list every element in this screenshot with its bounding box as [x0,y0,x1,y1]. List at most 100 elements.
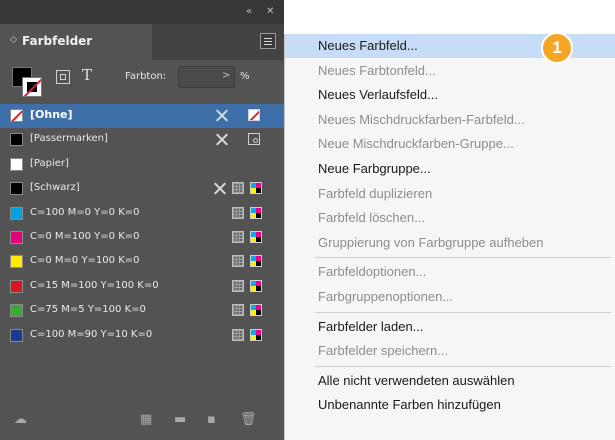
swatch-chip [10,133,23,147]
collapse-icon[interactable]: « [246,6,252,17]
menu-item-label: Neues Farbfeld... [318,38,418,53]
menu-item[interactable]: Farbfeld duplizieren [285,182,615,206]
swatch-name: [Schwarz] [30,182,80,194]
menu-item[interactable]: Farbfeld löschen... [285,206,615,230]
tint-label: Farbton: [125,71,167,82]
menu-item[interactable]: Unbenannte Farben hinzufügen [285,393,615,417]
cmyk-icon [250,182,262,195]
process-icon [232,182,244,195]
menu-item[interactable]: Neues Mischdruckfarben-Farbfeld... [285,108,615,132]
swatch-chip [10,328,23,342]
swatch-row[interactable]: C=15 M=100 Y=100 K=0 [0,275,284,299]
panel-tab-bar: ◇ Farbfelder [0,24,284,60]
chevron-updown-icon: ◇ [10,35,17,45]
delete-icon[interactable]: 🗑 [240,412,257,427]
swatch-row[interactable]: C=0 M=100 Y=0 K=0 [0,226,284,250]
menu-item-label: Neues Farbtonfeld... [318,62,436,78]
swatch-chip [10,206,23,220]
swatch-chip [10,255,23,269]
panel-flyout-menu: Neues Farbfeld... Neues Farbtonfeld... Neu… [284,34,615,440]
x-icon [215,133,229,146]
panel-menu-button[interactable] [260,33,276,49]
process-icon [232,231,244,243]
tint-arrow-icon[interactable]: > [222,70,230,81]
menu-separator [315,365,611,367]
swatch-name: C=0 M=0 Y=100 K=0 [30,255,140,267]
x-icon [213,182,227,195]
menu-item[interactable]: Farbgruppenoptionen... [285,285,615,309]
swatch-name: C=75 M=5 Y=100 K=0 [30,304,146,316]
menu-item[interactable]: Alle nicht verwendeten auswählen [285,369,615,393]
swatch-row[interactable]: [Ohne] [0,104,284,128]
menu-item-label: Farbfelder speichern... [318,343,449,359]
menu-item[interactable]: Neue Mischdruckfarben-Gruppe... [285,132,615,156]
process-icon [232,255,244,268]
cmyk-icon [250,231,262,243]
swatch-chip [10,304,23,318]
menu-item-label: Farbfeld löschen... [318,210,425,226]
swatch-row[interactable]: [Papier] [0,153,284,177]
show-swatch-kinds-icon[interactable]: ▦ [140,412,152,427]
cmyk-icon [250,255,262,268]
menu-item[interactable]: Farbfelder laden... [285,315,615,339]
swatch-name: C=0 M=100 Y=0 K=0 [30,231,140,242]
menu-item-label: Farbgruppenoptionen... [318,289,454,304]
process-icon [232,304,244,317]
menu-item[interactable]: Gruppierung von Farbgruppe aufheben [285,231,615,255]
menu-item-label: Gruppierung von Farbgruppe aufheben [318,234,544,250]
swatch-name: C=15 M=100 Y=100 K=0 [30,279,159,291]
menu-item-label: Neue Farbgruppe... [318,161,431,176]
menu-separator [315,257,611,259]
tab-swatches[interactable]: ◇ Farbfelder [0,24,152,60]
swatch-name: [Papier] [30,157,69,169]
swatches-panel: « ✕ ◇ Farbfelder T Farbton: > % [Ohne] [P… [0,0,284,440]
swatch-row[interactable]: C=75 M=5 Y=100 K=0 [0,299,284,323]
swatch-row[interactable]: [Passermarken] [0,128,284,152]
swatch-row[interactable]: [Schwarz] [0,177,284,201]
x-icon [215,109,229,122]
formatting-container-icon[interactable] [56,70,70,84]
menu-item-label: Neues Verlaufsfeld... [318,87,438,103]
menu-item[interactable]: Neues Verlaufsfeld... [285,83,615,107]
menu-item-label: Unbenannte Farben hinzufügen [318,397,501,413]
menu-item[interactable]: Neues Farbtonfeld... [285,59,615,83]
swatch-chip [10,231,23,244]
process-icon [232,206,244,219]
swatch-name: C=100 M=90 Y=10 K=0 [30,328,153,340]
callout-badge: 1 [541,32,573,64]
new-color-group-icon[interactable]: ▬ [174,412,186,427]
swatch-chip [10,182,23,196]
cmyk-icon [250,328,262,341]
menu-item[interactable]: Farbfeldoptionen... [285,260,615,284]
menu-item-label: Alle nicht verwendeten auswählen [318,372,515,388]
swatch-row[interactable]: C=0 M=0 Y=100 K=0 [0,250,284,274]
menu-item-label: Neue Mischdruckfarben-Gruppe... [318,136,514,152]
stroke-swatch-icon[interactable] [22,77,42,97]
swatch-name: [Ohne] [30,108,73,121]
swatch-chip [10,279,23,293]
tint-unit: % [240,71,250,82]
cmyk-icon [250,304,262,317]
menu-separator [315,311,611,313]
menu-item-label: Farbfeldoptionen... [318,264,427,280]
menu-item[interactable]: Farbfelder speichern... [285,339,615,363]
swatch-chip [10,157,23,171]
swatch-row[interactable]: C=100 M=0 Y=0 K=0 [0,202,284,226]
cloud-library-icon[interactable]: ☁ [14,412,27,427]
menu-item-label: Neues Mischdruckfarben-Farbfeld... [318,111,525,127]
cmyk-icon [250,279,262,292]
swatch-chip [10,109,23,122]
registration-icon [248,133,260,146]
swatch-name: C=100 M=0 Y=0 K=0 [30,206,140,218]
tab-swatches-label: Farbfelder [22,34,93,48]
panel-title-bar: « ✕ [0,0,284,24]
close-icon[interactable]: ✕ [266,6,274,17]
cmyk-icon [250,206,262,219]
swatch-row[interactable]: C=100 M=90 Y=10 K=0 [0,324,284,348]
menu-item-label: Farbfeld duplizieren [318,185,433,201]
menu-item[interactable]: Neue Farbgruppe... [285,157,615,181]
formatting-text-icon[interactable]: T [82,66,92,84]
process-icon [232,279,244,292]
swatch-name: [Passermarken] [30,133,108,145]
new-swatch-icon[interactable]: ▪ [207,412,216,427]
